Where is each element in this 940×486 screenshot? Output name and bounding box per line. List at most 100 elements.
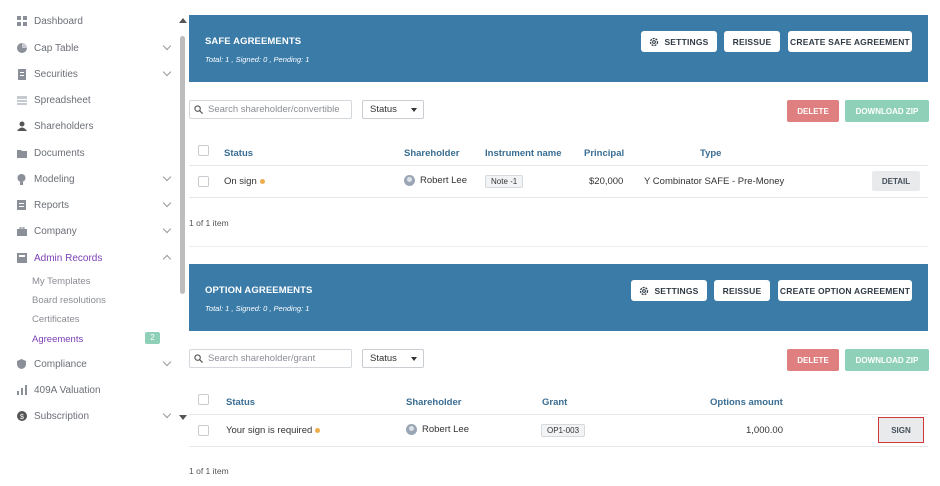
scrollbar-thumb[interactable] — [180, 36, 185, 294]
grant-tag: OP1-003 — [541, 424, 586, 437]
sidebar-item-409a-valuation[interactable]: 409A Valuation — [16, 381, 176, 399]
dashboard-icon — [16, 16, 27, 27]
sidebar: Dashboard Cap Table Securities Spreadshe… — [0, 0, 178, 486]
report-icon — [16, 200, 27, 211]
safe-agreements-summary: Total: 1 , Signed: 0 , Pending: 1 — [205, 55, 310, 64]
sidebar-item-label: Shareholders — [34, 120, 94, 132]
safe-search-field[interactable] — [189, 100, 352, 119]
sidebar-subitem-certificates[interactable]: Certificates — [32, 314, 80, 325]
safe-reissue-button[interactable]: REISSUE — [724, 31, 780, 52]
shield-icon — [16, 359, 27, 370]
column-header-options-amount[interactable]: Options amount — [710, 397, 783, 408]
sidebar-item-subscription[interactable]: $ Subscription — [16, 407, 176, 425]
section-divider — [189, 246, 928, 247]
row-checkbox[interactable] — [198, 176, 209, 187]
sidebar-item-documents[interactable]: Documents — [16, 144, 176, 162]
sidebar-item-securities[interactable]: Securities — [16, 65, 176, 83]
option-agreements-title: OPTION AGREEMENTS — [205, 285, 313, 296]
row-checkbox[interactable] — [198, 425, 209, 436]
type-cell: Y Combinator SAFE - Pre-Money — [644, 176, 785, 187]
detail-button[interactable]: DETAIL — [872, 171, 920, 191]
caret-down-icon — [411, 357, 417, 361]
create-option-agreement-button[interactable]: CREATE OPTION AGREEMENT — [778, 280, 912, 301]
folder-icon — [16, 148, 27, 159]
records-icon — [16, 253, 27, 264]
settings-label: SETTINGS — [654, 285, 699, 296]
sidebar-item-company[interactable]: Company — [16, 222, 176, 240]
status-select-value: Status — [370, 104, 397, 115]
option-search-field[interactable] — [189, 349, 352, 368]
sidebar-item-label: Spreadsheet — [34, 94, 91, 106]
caret-down-icon — [411, 108, 417, 112]
shareholder-name: Robert Lee — [420, 175, 468, 187]
spreadsheet-icon — [16, 95, 27, 106]
option-settings-button[interactable]: SETTINGS — [631, 280, 707, 301]
sidebar-subitem-board-resolutions[interactable]: Board resolutions — [32, 295, 106, 306]
column-header-shareholder[interactable]: Shareholder — [404, 148, 459, 159]
column-header-instrument[interactable]: Instrument name — [485, 148, 562, 159]
person-icon — [16, 121, 27, 132]
column-header-type[interactable]: Type — [700, 148, 721, 159]
sidebar-item-label: Dashboard — [34, 15, 83, 27]
chevron-down-icon — [162, 41, 172, 51]
safe-delete-button[interactable]: DELETE — [787, 100, 839, 122]
safe-download-zip-button[interactable]: DOWNLOAD ZIP — [845, 100, 929, 122]
status-cell: On sign — [224, 176, 265, 187]
pie-chart-icon — [16, 43, 27, 54]
column-header-principal[interactable]: Principal — [584, 148, 624, 159]
sidebar-item-label: Subscription — [34, 410, 90, 422]
safe-agreements-header: SAFE AGREEMENTS Total: 1 , Signed: 0 , P… — [189, 15, 928, 82]
safe-search-input[interactable] — [208, 104, 348, 115]
search-icon — [194, 354, 203, 363]
avatar — [404, 175, 415, 186]
sidebar-item-spreadsheet[interactable]: Spreadsheet — [16, 91, 176, 109]
sidebar-item-label: Company — [34, 225, 77, 237]
sidebar-item-cap-table[interactable]: Cap Table — [16, 39, 176, 57]
safe-settings-button[interactable]: SETTINGS — [641, 31, 717, 52]
option-download-zip-button[interactable]: DOWNLOAD ZIP — [845, 349, 929, 371]
status-text: Your sign is required — [226, 425, 313, 436]
pending-status-dot-icon — [315, 427, 321, 433]
chevron-down-icon — [162, 409, 172, 419]
chevron-down-icon — [162, 172, 172, 182]
briefcase-icon — [16, 226, 27, 237]
sidebar-subitem-agreements[interactable]: Agreements — [32, 334, 83, 345]
option-select-all-checkbox[interactable] — [198, 394, 209, 405]
gear-icon — [640, 286, 649, 295]
option-delete-button[interactable]: DELETE — [787, 349, 839, 371]
safe-select-all-checkbox[interactable] — [198, 145, 209, 156]
safe-agreements-title: SAFE AGREEMENTS — [205, 36, 302, 47]
options-amount-cell: 1,000.00 — [746, 425, 783, 436]
sidebar-item-admin-records[interactable]: Admin Records — [16, 249, 176, 267]
option-status-select[interactable]: Status — [362, 349, 424, 368]
create-safe-agreement-button[interactable]: CREATE SAFE AGREEMENT — [788, 31, 912, 52]
safe-pagination-count: 1 of 1 item — [189, 218, 229, 228]
scroll-down-arrow-icon[interactable] — [179, 415, 187, 420]
scroll-up-arrow-icon[interactable] — [179, 18, 187, 23]
sidebar-subitem-my-templates[interactable]: My Templates — [32, 276, 90, 287]
sidebar-item-compliance[interactable]: Compliance — [16, 355, 176, 373]
chevron-down-icon — [162, 67, 172, 77]
sign-button[interactable]: SIGN — [878, 417, 924, 443]
safe-status-select[interactable]: Status — [362, 100, 424, 119]
column-header-grant[interactable]: Grant — [542, 397, 567, 408]
option-reissue-button[interactable]: REISSUE — [714, 280, 770, 301]
column-header-status[interactable]: Status — [224, 148, 253, 159]
sidebar-item-dashboard[interactable]: Dashboard — [16, 12, 176, 30]
sidebar-item-label: 409A Valuation — [34, 384, 101, 396]
column-header-shareholder[interactable]: Shareholder — [406, 397, 461, 408]
lightbulb-icon — [16, 173, 27, 185]
status-select-value: Status — [370, 353, 397, 364]
sidebar-item-label: Cap Table — [34, 42, 79, 54]
sidebar-item-reports[interactable]: Reports — [16, 196, 176, 214]
sidebar-item-modeling[interactable]: Modeling — [16, 170, 176, 188]
sidebar-scrollbar[interactable] — [178, 14, 187, 422]
sidebar-item-label: Compliance — [34, 358, 87, 370]
option-search-input[interactable] — [208, 353, 348, 364]
column-header-status[interactable]: Status — [226, 397, 255, 408]
option-pagination-count: 1 of 1 item — [189, 466, 229, 476]
shareholder-name: Robert Lee — [422, 424, 470, 436]
sidebar-item-shareholders[interactable]: Shareholders — [16, 117, 176, 135]
chevron-up-icon — [162, 254, 172, 264]
instrument-tag: Note -1 — [485, 175, 524, 188]
